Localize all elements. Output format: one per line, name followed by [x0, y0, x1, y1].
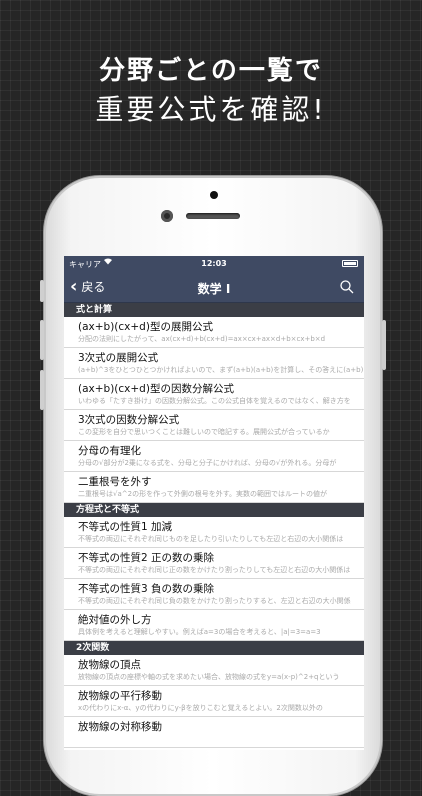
list-item[interactable]: 3次式の因数分解公式 この変形を自分で思いつくことは難しいので暗記する。展開公式…: [64, 410, 364, 441]
item-title: 不等式の性質2 正の数の乗除: [78, 552, 215, 564]
item-subtitle: 具体例を考えると理解しやすい。例えばa=3の場合を考えると、|a|=3=a=3: [78, 628, 321, 636]
item-subtitle: 分配の法則にしたがって、ax(cx+d)+b(cx+d)=ax×cx+ax×d+…: [78, 335, 326, 343]
item-title: 放物線の頂点: [78, 659, 141, 671]
item-subtitle: (a+b)^3をひとつひとつかければよいので、まず(a+b)(a+b)を計算し、…: [78, 366, 364, 374]
list-item[interactable]: 二重根号を外す 二重根号は√a^2の形を作って外側の根号を外す。実数の範囲ではル…: [64, 472, 364, 503]
item-subtitle: 分母の√部分が2乗になる式を、分母と分子にかければ、分母の√が外れる。分母が: [78, 459, 337, 467]
promo-headline-line1: 分野ごとの一覧で: [99, 56, 323, 86]
list-item[interactable]: 不等式の性質2 正の数の乗除 不等式の両辺にそれぞれ同じ正の数をかけたり割ったり…: [64, 548, 364, 579]
item-title: 3次式の展開公式: [78, 352, 159, 364]
section-header: 2次関数: [64, 641, 364, 655]
page-title: 数学 I: [197, 282, 231, 296]
volume-down-button: [40, 370, 44, 410]
section-header: 方程式と不等式: [64, 503, 364, 517]
item-title: 分母の有理化: [78, 445, 141, 457]
list-item[interactable]: 放物線の対称移動: [64, 717, 364, 748]
promo-headline-line2: 重要公式を確認!: [95, 93, 327, 126]
status-time: 12:03: [201, 259, 227, 268]
item-title: 二重根号を外す: [78, 476, 152, 488]
formula-list: 式と計算 (ax+b)(cx+d)型の展開公式 分配の法則にしたがって、ax(c…: [64, 303, 364, 748]
power-button: [382, 320, 386, 370]
list-item[interactable]: 不等式の性質1 加減 不等式の両辺にそれぞれ同じものを足したり引いたりしても左辺…: [64, 517, 364, 548]
list-item[interactable]: 放物線の平行移動 xの代わりにx-α、yの代わりにy-βを放りこむと覚えるとよい…: [64, 686, 364, 717]
item-title: 絶対値の外し方: [78, 614, 152, 626]
item-subtitle: 放物線の頂点の座標や軸の式を求めたい場合、放物線の式をy=a(x-p)^2+qと…: [78, 673, 340, 681]
section-header: 式と計算: [64, 303, 364, 317]
item-title: 3次式の因数分解公式: [78, 414, 180, 426]
list-item[interactable]: 分母の有理化 分母の√部分が2乗になる式を、分母と分子にかければ、分母の√が外れ…: [64, 441, 364, 472]
mute-switch: [40, 280, 44, 302]
list-item[interactable]: 絶対値の外し方 具体例を考えると理解しやすい。例えばa=3の場合を考えると、|a…: [64, 610, 364, 641]
item-subtitle: 不等式の両辺にそれぞれ同じ正の数をかけたり割ったりしても左辺と右辺の大小関係は: [78, 566, 351, 574]
earpiece-speaker: [186, 213, 240, 219]
list-item[interactable]: 不等式の性質3 負の数の乗除 不等式の両辺にそれぞれ同じ負の数をかけたり割ったり…: [64, 579, 364, 610]
item-title: 不等式の性質1 加減: [78, 521, 173, 533]
item-title: 放物線の平行移動: [78, 690, 162, 702]
phone-screen: キャリア 12:03 ‹ 戻る 数学 I 式と計算 (ax+b)(cx+d)型の…: [64, 256, 364, 750]
battery-icon: [342, 260, 358, 267]
item-title: 不等式の性質3 負の数の乗除: [78, 583, 215, 595]
item-title: (ax+b)(cx+d)型の因数分解公式: [78, 383, 234, 395]
item-subtitle: xの代わりにx-α、yの代わりにy-βを放りこむと覚えるとよい。2次関数以外の: [78, 704, 323, 712]
item-subtitle: 不等式の両辺にそれぞれ同じ負の数をかけたり割ったりすると、左辺と右辺の大小関係: [78, 597, 351, 605]
navigation-bar: ‹ 戻る 数学 I: [64, 272, 364, 303]
item-title: 放物線の対称移動: [78, 721, 162, 733]
item-subtitle: 不等式の両辺にそれぞれ同じものを足したり引いたりしても左辺と右辺の大小関係は: [78, 535, 344, 543]
status-bar: キャリア 12:03: [64, 256, 364, 272]
list-item[interactable]: (ax+b)(cx+d)型の展開公式 分配の法則にしたがって、ax(cx+d)+…: [64, 317, 364, 348]
proximity-sensor: [210, 191, 218, 199]
item-subtitle: 二重根号は√a^2の形を作って外側の根号を外す。実数の範囲ではルートの値が: [78, 490, 328, 498]
list-item[interactable]: 3次式の展開公式 (a+b)^3をひとつひとつかければよいので、まず(a+b)(…: [64, 348, 364, 379]
search-icon: [340, 280, 354, 294]
item-subtitle: いわゆる「たすき掛け」の因数分解公式。この公式自体を覚えるのではなく、解き方を: [78, 397, 351, 405]
list-item[interactable]: (ax+b)(cx+d)型の因数分解公式 いわゆる「たすき掛け」の因数分解公式。…: [64, 379, 364, 410]
item-subtitle: この変形を自分で思いつくことは難しいので暗記する。展開公式が合っているか: [78, 428, 330, 436]
front-camera: [161, 210, 173, 222]
list-item[interactable]: 放物線の頂点 放物線の頂点の座標や軸の式を求めたい場合、放物線の式をy=a(x-…: [64, 655, 364, 686]
item-title: (ax+b)(cx+d)型の展開公式: [78, 321, 213, 333]
volume-up-button: [40, 320, 44, 360]
search-button[interactable]: [340, 279, 354, 294]
